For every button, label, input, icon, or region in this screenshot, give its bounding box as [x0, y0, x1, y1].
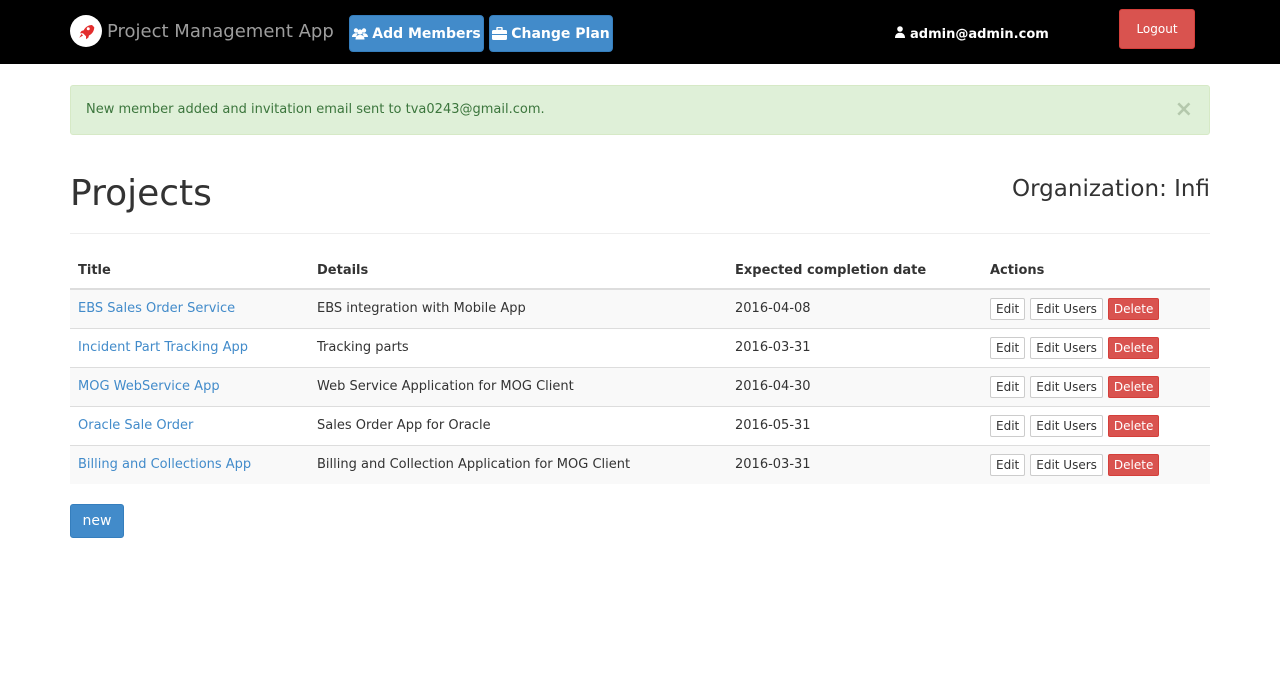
organization-name: Infi	[1174, 176, 1210, 202]
project-date: 2016-04-08	[735, 301, 811, 317]
edit-button[interactable]: Edit	[990, 414, 1026, 437]
table-row: Oracle Sale Order Sales Order App for Or…	[70, 405, 1210, 445]
row-actions: Edit Edit Users Delete	[990, 297, 1202, 320]
project-title-link[interactable]: EBS Sales Order Service	[78, 301, 235, 316]
change-plan-button[interactable]: Change Plan	[489, 15, 613, 52]
success-alert: New member added and invitation email se…	[70, 85, 1210, 135]
user-email: admin@admin.com	[910, 26, 1049, 42]
alert-message: New member added and invitation email se…	[86, 102, 545, 117]
edit-users-button[interactable]: Edit Users	[1030, 414, 1103, 437]
rocket-icon	[70, 15, 102, 47]
edit-users-button[interactable]: Edit Users	[1030, 297, 1103, 320]
table-row: MOG WebService App Web Service Applicati…	[70, 366, 1210, 406]
header-actions: Actions	[982, 252, 1210, 290]
brand-title: Project Management App	[107, 20, 334, 42]
row-actions: Edit Edit Users Delete	[990, 414, 1202, 437]
row-actions: Edit Edit Users Delete	[990, 375, 1202, 398]
header-details: Details	[309, 252, 727, 290]
project-title-link[interactable]: Oracle Sale Order	[78, 418, 193, 433]
project-date: 2016-03-31	[727, 444, 982, 484]
project-title-link[interactable]: Incident Part Tracking App	[78, 340, 248, 355]
project-details: Sales Order App for Oracle	[309, 405, 727, 445]
edit-button[interactable]: Edit	[990, 453, 1026, 476]
logout-button[interactable]: Logout	[1119, 9, 1195, 49]
current-user: admin@admin.com	[895, 25, 1049, 43]
project-details: Billing and Collection Application for M…	[309, 444, 727, 484]
project-details: EBS integration with Mobile App	[317, 301, 526, 317]
edit-button[interactable]: Edit	[990, 375, 1026, 398]
project-title-link[interactable]: Billing and Collections App	[78, 457, 251, 472]
organization-label: Organization: Infi	[1012, 174, 1210, 204]
table-header-row: Title Details Expected completion date A…	[70, 252, 1210, 290]
close-icon[interactable]: ×	[1175, 99, 1193, 121]
row-actions: Edit Edit Users Delete	[990, 336, 1202, 359]
add-members-label: Add Members	[372, 25, 481, 42]
page-title: Projects	[70, 173, 212, 214]
table-row: EBS Sales Order Service EBS integration …	[70, 289, 1210, 328]
users-icon	[352, 27, 369, 40]
add-members-button[interactable]: Add Members	[349, 15, 484, 52]
edit-users-button[interactable]: Edit Users	[1030, 375, 1103, 398]
edit-button[interactable]: Edit	[990, 336, 1026, 359]
delete-button[interactable]: Delete	[1107, 336, 1160, 359]
project-date: 2016-04-30	[727, 366, 982, 406]
table-row: Incident Part Tracking App Tracking part…	[70, 327, 1210, 367]
top-navbar: Project Management App Add Members Chang…	[0, 0, 1280, 64]
edit-users-button[interactable]: Edit Users	[1030, 453, 1103, 476]
delete-button[interactable]: Delete	[1107, 297, 1160, 320]
project-details: Web Service Application for MOG Client	[309, 366, 727, 406]
heading-divider	[70, 233, 1210, 234]
new-project-button[interactable]: new	[70, 504, 124, 538]
header-title: Title	[70, 252, 309, 290]
project-date: 2016-03-31	[727, 327, 982, 367]
change-plan-label: Change Plan	[511, 25, 610, 42]
project-details: Tracking parts	[309, 327, 727, 367]
edit-users-button[interactable]: Edit Users	[1030, 336, 1103, 359]
table-row: Billing and Collections App Billing and …	[70, 444, 1210, 484]
user-icon	[895, 26, 905, 42]
project-title-link[interactable]: MOG WebService App	[78, 379, 220, 394]
projects-table: Title Details Expected completion date A…	[70, 252, 1210, 484]
brand-link[interactable]: Project Management App	[70, 15, 334, 47]
delete-button[interactable]: Delete	[1107, 453, 1160, 476]
briefcase-icon	[492, 27, 508, 40]
header-date: Expected completion date	[727, 252, 982, 290]
delete-button[interactable]: Delete	[1107, 414, 1160, 437]
row-actions: Edit Edit Users Delete	[990, 453, 1202, 476]
organization-prefix: Organization:	[1012, 176, 1167, 202]
edit-button[interactable]: Edit	[990, 297, 1026, 320]
delete-button[interactable]: Delete	[1107, 375, 1160, 398]
project-date: 2016-05-31	[727, 405, 982, 445]
